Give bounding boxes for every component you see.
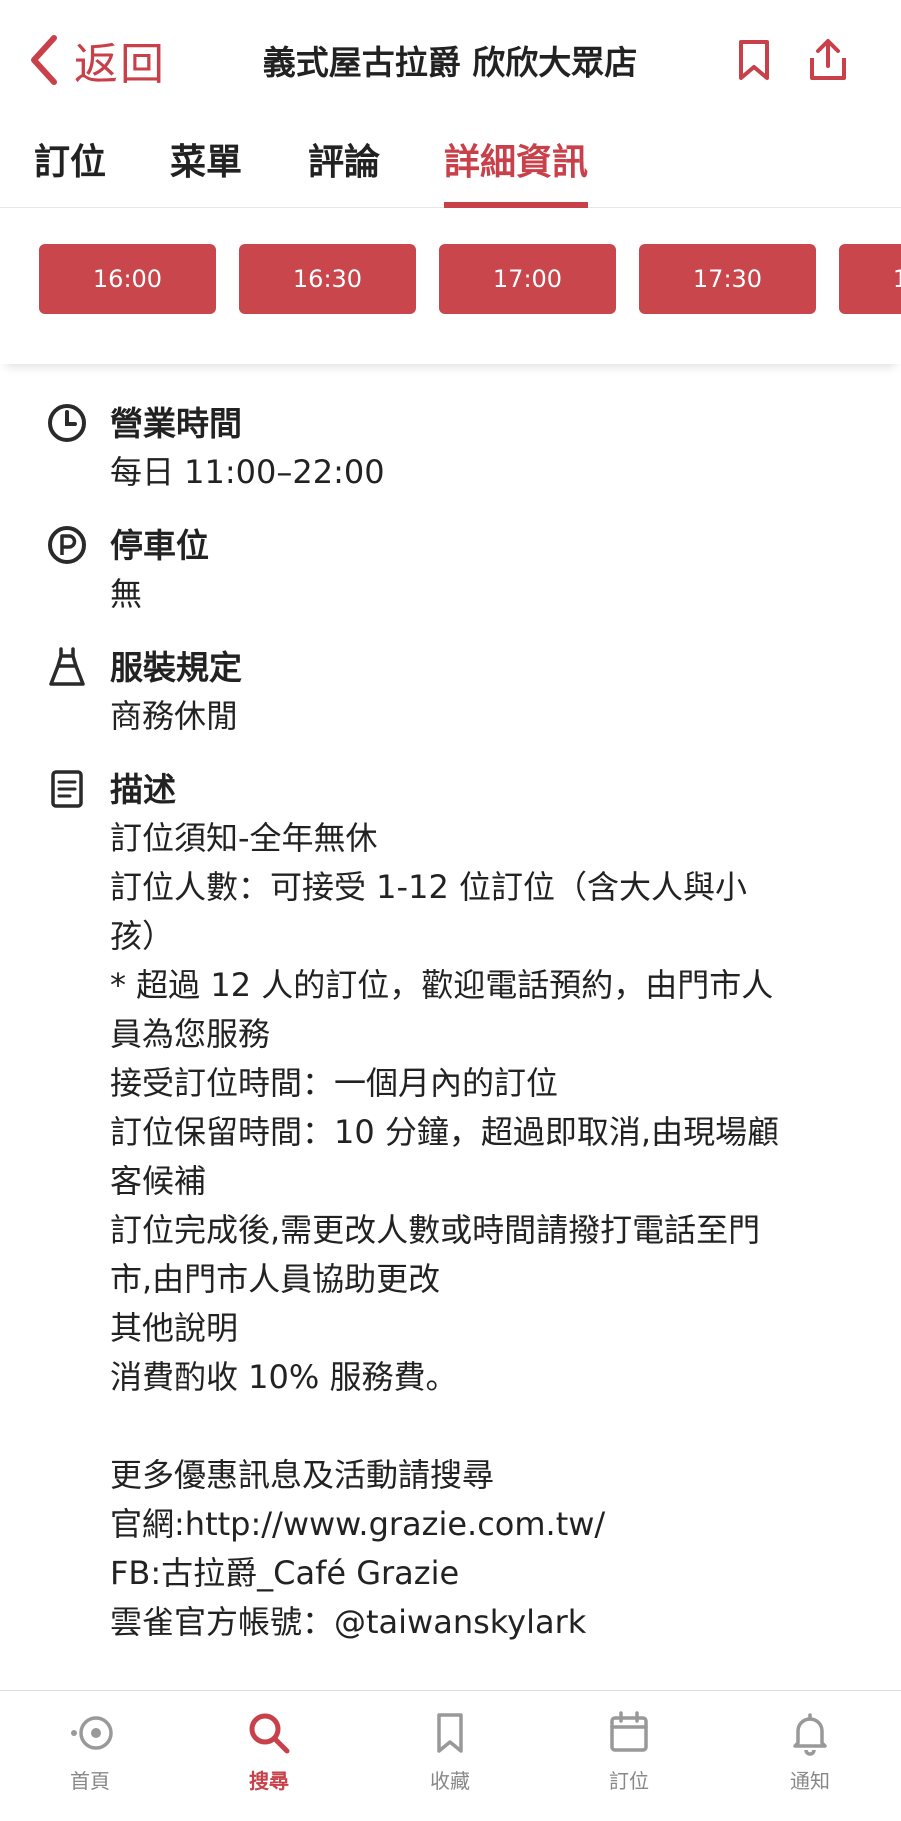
document-icon	[51, 770, 83, 808]
share-icon	[810, 39, 846, 80]
bookmark-icon	[437, 1713, 463, 1753]
tab-details[interactable]: 詳細資訊	[444, 138, 589, 208]
bell-icon	[793, 1713, 827, 1756]
website-link[interactable]: 官網:http://www.grazie.com.tw/	[110, 1500, 861, 1549]
time-slot-button[interactable]: 18:00	[839, 244, 901, 314]
nav-reservations[interactable]: 訂位	[569, 1709, 689, 1794]
bookmark-icon	[739, 40, 769, 80]
description-line: * 超過 12 人的訂位，歡迎電話預約，由門市人	[110, 966, 774, 1004]
time-slot-button[interactable]: 17:30	[639, 244, 816, 314]
restaurant-detail-page: 返回 義式屋古拉爵 欣欣大眾店 訂位 菜單 評論 詳細資訊 16:00 16:3…	[0, 0, 901, 1821]
back-label: 返回	[74, 39, 166, 90]
time-slot-strip[interactable]: 16:00 16:30 17:00 17:30 18:00	[0, 209, 901, 364]
hours-value: 每日 11:00–22:00	[110, 453, 385, 491]
time-slot-button[interactable]: 16:00	[39, 244, 216, 314]
description-line: 消費酌收 10% 服務費。	[110, 1358, 458, 1396]
description-line: 訂位人數：可接受 1-12 位訂位（含大人與小	[110, 868, 747, 906]
description-body: 訂位須知-全年無休 訂位人數：可接受 1-12 位訂位（含大人與小 孩） * 超…	[110, 814, 861, 1647]
description-line: 客候補	[110, 1162, 207, 1200]
nav-search[interactable]: 搜尋	[209, 1709, 329, 1794]
description-line: 訂位完成後,需更改人數或時間請撥打電話至門	[110, 1211, 761, 1249]
details-content: 營業時間 每日 11:00–22:00 停車位 無 服裝規定 商務休閒 描述 訂…	[0, 400, 901, 1673]
parking-section: 停車位 無	[0, 522, 901, 618]
dress-code-section: 服裝規定 商務休閒	[0, 644, 901, 740]
bottom-nav: 首頁 搜尋 收藏 訂位 通知	[0, 1690, 901, 1821]
nav-notifications[interactable]: 通知	[750, 1709, 870, 1794]
nav-favorites-label: 收藏	[430, 1769, 470, 1793]
chevron-left-icon	[31, 35, 57, 85]
back-button[interactable]: 返回	[26, 30, 166, 90]
hours-section: 營業時間 每日 11:00–22:00	[0, 400, 901, 496]
description-line: 市,由門市人員協助更改	[110, 1260, 441, 1298]
dress-icon	[49, 647, 85, 686]
dress-code-value: 商務休閒	[110, 697, 239, 735]
search-icon	[249, 1713, 290, 1754]
time-slot-button[interactable]: 16:30	[239, 244, 416, 314]
tab-reviews[interactable]: 評論	[308, 138, 380, 208]
page-title: 義式屋古拉爵 欣欣大眾店	[262, 43, 638, 82]
nav-reservations-label: 訂位	[609, 1769, 649, 1793]
description-line: 接受訂位時間：一個月內的訂位	[110, 1064, 559, 1102]
parking-value: 無	[110, 575, 143, 613]
time-slot-button[interactable]: 17:00	[439, 244, 616, 314]
parking-icon	[48, 526, 86, 564]
bookmark-button[interactable]	[730, 36, 778, 84]
description-line: FB:古拉爵_Café Grazie	[110, 1554, 460, 1592]
home-icon	[71, 1716, 113, 1750]
header: 返回 義式屋古拉爵 欣欣大眾店	[0, 0, 901, 120]
dress-code-title: 服裝規定	[110, 648, 242, 687]
parking-title: 停車位	[110, 526, 209, 565]
description-line: 孩）	[110, 917, 175, 955]
description-line	[110, 1402, 861, 1451]
description-line: 更多優惠訊息及活動請搜尋	[110, 1456, 495, 1494]
tab-reserve[interactable]: 訂位	[34, 138, 106, 208]
nav-home[interactable]: 首頁	[30, 1709, 150, 1794]
description-line: 雲雀官方帳號：@taiwanskylark	[110, 1603, 587, 1641]
description-line: 訂位須知-全年無休	[110, 819, 378, 857]
share-button[interactable]	[804, 36, 852, 84]
description-title: 描述	[110, 770, 176, 809]
clock-icon	[48, 404, 86, 442]
tab-menu[interactable]: 菜單	[170, 138, 242, 208]
hours-title: 營業時間	[110, 404, 242, 443]
description-line: 訂位保留時間：10 分鐘，超過即取消,由現場顧	[110, 1113, 780, 1151]
description-line: 其他說明	[110, 1309, 239, 1347]
nav-home-label: 首頁	[70, 1769, 110, 1793]
nav-notifications-label: 通知	[790, 1769, 830, 1793]
description-line: 員為您服務	[110, 1015, 271, 1053]
nav-search-label: 搜尋	[249, 1769, 289, 1793]
calendar-icon	[610, 1711, 648, 1752]
nav-favorites[interactable]: 收藏	[390, 1709, 510, 1794]
description-section: 描述 訂位須知-全年無休 訂位人數：可接受 1-12 位訂位（含大人與小 孩） …	[0, 766, 901, 1647]
tab-bar: 訂位 菜單 評論 詳細資訊	[0, 128, 901, 208]
